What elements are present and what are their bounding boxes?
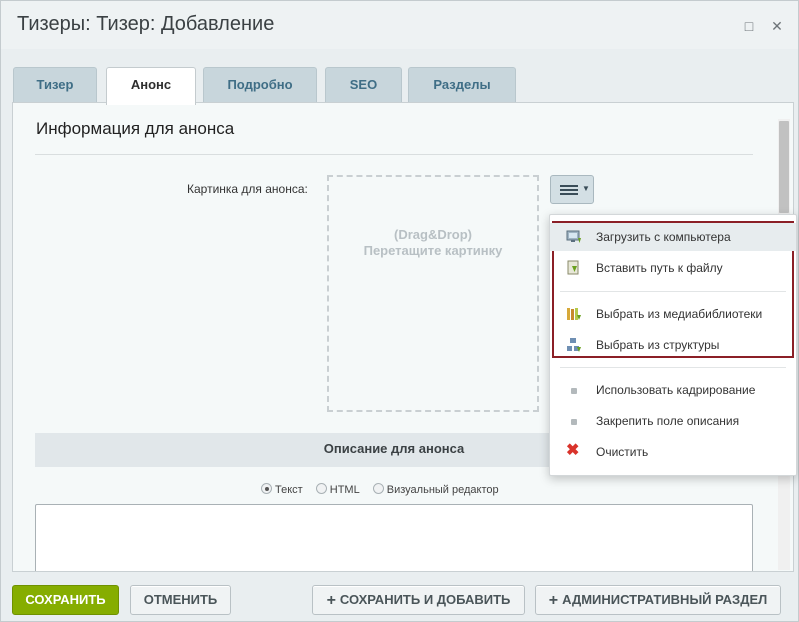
radio-dot bbox=[315, 483, 327, 494]
maximize-icon[interactable]: □ bbox=[742, 19, 756, 33]
menu-item-clear[interactable]: ✖ Очистить bbox=[550, 438, 796, 466]
chevron-down-icon: ▼ bbox=[582, 184, 590, 193]
plus-icon: + bbox=[548, 592, 559, 609]
menu-item-structure[interactable]: Выбрать из структуры bbox=[550, 331, 796, 359]
tab-sections[interactable]: Разделы bbox=[408, 67, 516, 103]
description-type-radios: Текст HTML Визуальный редактор bbox=[261, 483, 509, 496]
tab-details[interactable]: Подробно bbox=[203, 67, 317, 103]
plus-icon: + bbox=[326, 592, 336, 609]
scrollbar-thumb[interactable] bbox=[779, 121, 789, 213]
menu-item-upload-computer[interactable]: Загрузить с компьютера bbox=[550, 223, 796, 251]
menu-item-pin-description[interactable]: Закрепить поле описания bbox=[550, 407, 796, 435]
clear-icon: ✖ bbox=[566, 442, 580, 459]
dialog-window: Тизеры: Тизер: Добавление □ ✕ Тизер Анон… bbox=[0, 0, 799, 622]
radio-label: HTML bbox=[329, 484, 360, 496]
menu-item-label: Выбрать из структуры bbox=[596, 338, 720, 352]
radio-label: Визуальный редактор bbox=[386, 484, 499, 496]
picture-label: Картинка для анонса: bbox=[187, 182, 308, 196]
section-title: Информация для анонса bbox=[36, 119, 235, 138]
tab-seo[interactable]: SEO bbox=[325, 67, 402, 103]
menu-item-label: Очистить bbox=[596, 445, 649, 459]
radio-label: Текст bbox=[275, 484, 303, 496]
radio-html[interactable]: HTML bbox=[315, 483, 360, 496]
dropzone-text: Перетащите картинку bbox=[363, 243, 503, 258]
close-icon[interactable]: ✕ bbox=[770, 19, 784, 33]
upload-computer-icon bbox=[566, 230, 581, 243]
divider bbox=[35, 154, 753, 155]
menu-item-medialibrary[interactable]: Выбрать из медиабиблиотеки bbox=[550, 300, 796, 328]
image-dropzone[interactable]: (Drag&Drop) Перетащите картинку bbox=[327, 175, 539, 412]
admin-section-button[interactable]: + АДМИНИСТРАТИВНЫЙ РАЗДЕЛ bbox=[535, 585, 781, 615]
menu-item-label: Вставить путь к файлу bbox=[596, 261, 723, 275]
save-button[interactable]: СОХРАНИТЬ bbox=[12, 585, 119, 615]
insert-path-icon bbox=[567, 260, 579, 275]
radio-visual-editor[interactable]: Визуальный редактор bbox=[372, 483, 499, 496]
admin-section-label: АДМИНИСТРАТИВНЫЙ РАЗДЕЛ bbox=[562, 592, 768, 607]
radio-text[interactable]: Текст bbox=[261, 483, 303, 496]
menu-separator bbox=[560, 291, 786, 292]
title-bar: Тизеры: Тизер: Добавление □ ✕ bbox=[1, 1, 798, 49]
file-menu-button[interactable]: ▼ bbox=[550, 175, 594, 204]
menu-separator bbox=[560, 367, 786, 368]
dropzone-hint: (Drag&Drop) bbox=[394, 227, 472, 242]
save-and-add-label: СОХРАНИТЬ И ДОБАВИТЬ bbox=[339, 592, 511, 607]
radio-dot bbox=[372, 483, 384, 494]
description-textarea[interactable] bbox=[35, 504, 753, 571]
tab-teaser[interactable]: Тизер bbox=[13, 67, 97, 103]
file-source-menu: Загрузить с компьютера Вставить путь к ф… bbox=[549, 214, 797, 476]
tab-announce[interactable]: Анонс bbox=[106, 67, 196, 105]
menu-item-label: Закрепить поле описания bbox=[596, 414, 740, 428]
menu-item-use-crop[interactable]: Использовать кадрирование bbox=[550, 376, 796, 404]
window-title: Тизеры: Тизер: Добавление bbox=[17, 13, 275, 35]
structure-icon bbox=[567, 338, 581, 352]
medialibrary-icon bbox=[567, 308, 581, 320]
bullet-icon bbox=[571, 419, 577, 425]
save-and-add-button[interactable]: + СОХРАНИТЬ И ДОБАВИТЬ bbox=[312, 585, 525, 615]
cancel-button[interactable]: ОТМЕНИТЬ bbox=[130, 585, 231, 615]
bullet-icon bbox=[571, 388, 577, 394]
hamburger-icon bbox=[560, 185, 578, 195]
menu-item-label: Использовать кадрирование bbox=[596, 383, 756, 397]
menu-item-label: Выбрать из медиабиблиотеки bbox=[596, 307, 763, 321]
footer-toolbar: СОХРАНИТЬ ОТМЕНИТЬ + СОХРАНИТЬ И ДОБАВИТЬ… bbox=[1, 572, 798, 622]
radio-dot bbox=[261, 483, 272, 494]
menu-item-insert-path[interactable]: Вставить путь к файлу bbox=[550, 254, 796, 282]
menu-item-label: Загрузить с компьютера bbox=[596, 230, 731, 244]
